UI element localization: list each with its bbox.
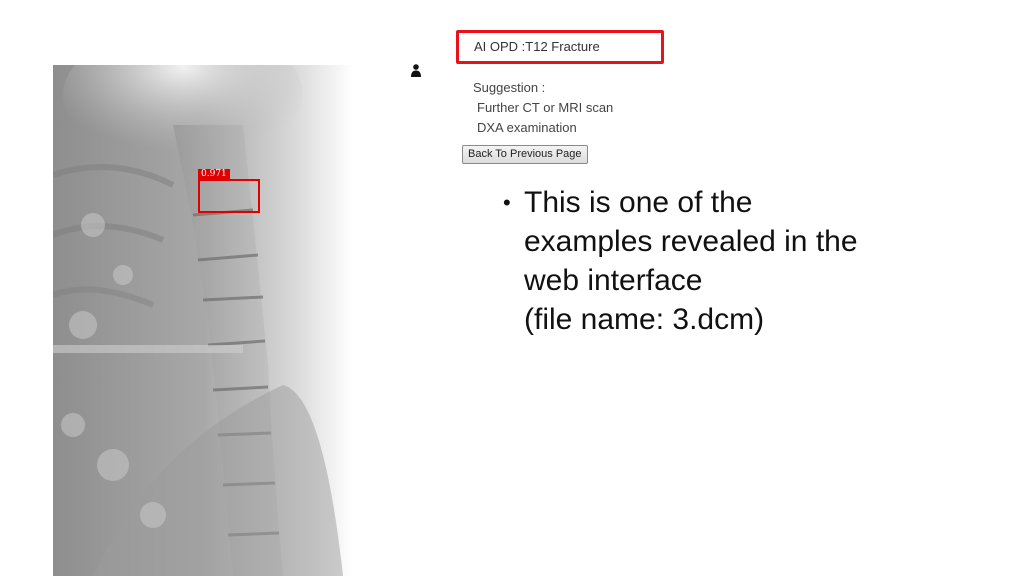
suggestion-item: Further CT or MRI scan (477, 100, 614, 115)
suggestion-heading: Suggestion : (473, 80, 546, 95)
detection-bounding-box (198, 179, 260, 213)
bullet-line: examples revealed in the (524, 225, 858, 258)
bullet-line: web interface (524, 264, 703, 297)
bullet-dot-icon: • (503, 190, 511, 215)
back-to-previous-page-button[interactable]: Back To Previous Page (462, 145, 588, 164)
xray-graphic (53, 65, 353, 576)
slide-bullet: • This is one of the examples revealed i… (503, 183, 923, 339)
suggestion-item: DXA examination (477, 120, 577, 135)
suggestion-block: Suggestion : Further CT or MRI scan DXA … (473, 78, 613, 138)
user-icon (411, 64, 421, 77)
ai-result-text: AI OPD :T12 Fracture (474, 39, 600, 54)
bullet-line: This is one of the (524, 186, 753, 219)
ai-result-box: AI OPD :T12 Fracture (456, 30, 664, 64)
detection-score-label: 0.971 (198, 169, 230, 179)
bullet-text: This is one of the examples revealed in … (524, 183, 923, 339)
bullet-line: (file name: 3.dcm) (524, 303, 765, 336)
xray-image: 0.971 (53, 65, 353, 576)
slide: 0.971 AI OPD :T12 Fracture Suggestion : … (0, 0, 1024, 576)
